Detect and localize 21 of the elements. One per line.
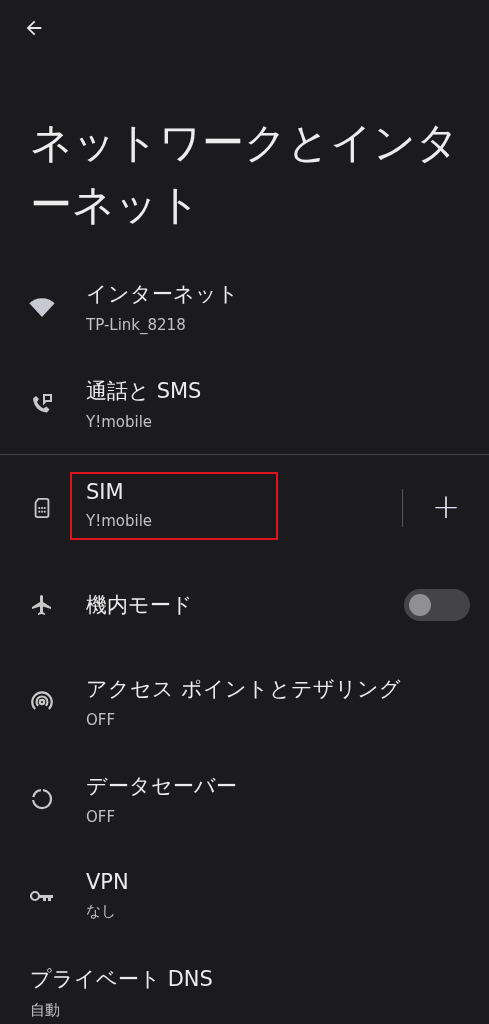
setting-label[interactable]: 通話と SMS <box>86 376 489 405</box>
setting-summary: 自動 <box>30 1001 61 1020</box>
setting-summary: Y!mobile <box>86 511 154 530</box>
setting-label[interactable]: アクセス ポイントとテザリング <box>86 674 489 703</box>
airplane-icon <box>30 592 54 617</box>
setting-label[interactable]: SIM <box>86 479 276 504</box>
setting-summary: OFF <box>86 807 117 826</box>
setting-summary: Y!mobile <box>86 412 154 431</box>
setting-label[interactable]: インターネット <box>86 279 489 308</box>
setting-label[interactable]: VPN <box>86 870 489 894</box>
page-title: ネットワークとインターネット <box>30 117 460 231</box>
wifi-icon <box>28 295 56 318</box>
setting-label[interactable]: 機内モード <box>86 590 404 619</box>
setting-label[interactable]: データセーバー <box>86 771 489 800</box>
data-saver-icon <box>30 786 54 811</box>
add-button[interactable]: + <box>403 485 489 530</box>
setting-label[interactable]: プライベート DNS <box>30 965 489 993</box>
setting-summary: OFF <box>86 710 117 729</box>
setting-summary: なし <box>86 902 117 921</box>
toggle-switch[interactable] <box>404 588 470 621</box>
setting-summary: TP-Link_8218 <box>86 315 187 334</box>
